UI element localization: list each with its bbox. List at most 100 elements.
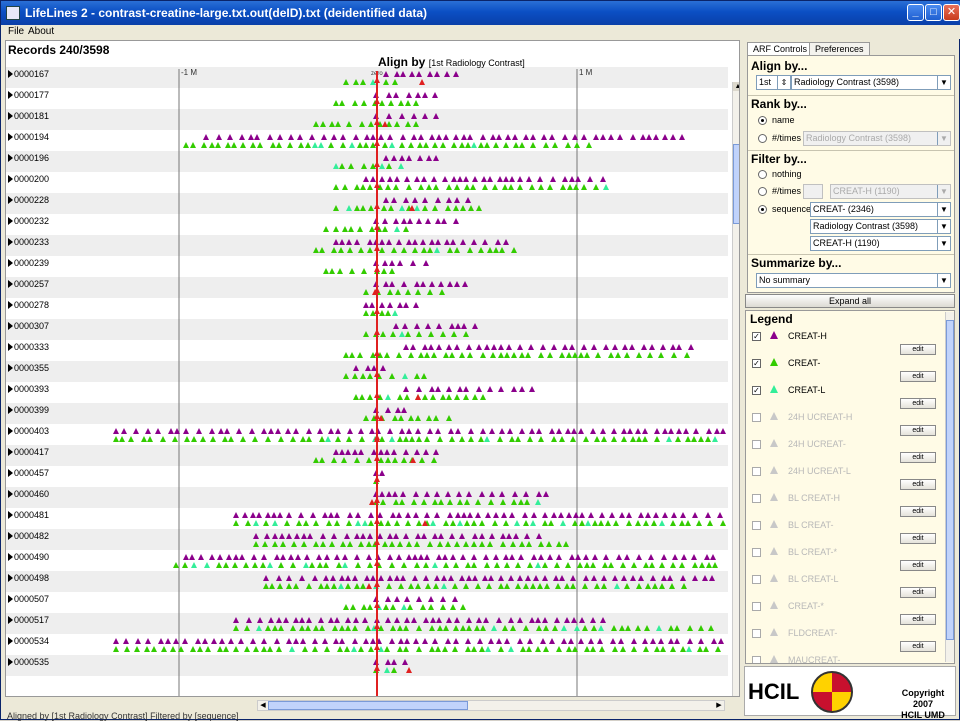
legend-checkbox[interactable] (752, 602, 761, 611)
row-id-label[interactable]: 0000355 (14, 363, 49, 373)
maximize-button[interactable]: □ (925, 4, 942, 21)
chevron-down-icon[interactable]: ▼ (937, 220, 950, 233)
title-bar[interactable]: LifeLines 2 - contrast-creatine-large.tx… (1, 1, 960, 25)
spinner-icon[interactable]: ⇕ (777, 76, 790, 89)
filter-sequence-select-3[interactable]: CREAT-H (1190) ▼ (810, 236, 951, 251)
summarize-select[interactable]: No summary ▼ (756, 273, 951, 288)
timeline-row[interactable] (6, 487, 728, 508)
legend-checkbox[interactable] (752, 467, 761, 476)
row-id-label[interactable]: 0000507 (14, 594, 49, 604)
row-id-label[interactable]: 0000490 (14, 552, 49, 562)
row-id-label[interactable]: 0000417 (14, 447, 49, 457)
row-id-label[interactable]: 0000482 (14, 531, 49, 541)
row-id-label[interactable]: 0000333 (14, 342, 49, 352)
timeline-row[interactable] (6, 655, 728, 676)
legend-scrollbar[interactable] (945, 312, 954, 662)
menu-about[interactable]: About (28, 26, 54, 37)
scroll-right-arrow-icon[interactable]: ▶ (714, 701, 724, 710)
legend-edit-button[interactable]: edit (900, 398, 936, 409)
legend-checkbox[interactable] (752, 494, 761, 503)
row-id-label[interactable]: 0000233 (14, 237, 49, 247)
align-event-select[interactable]: Radiology Contrast (3598) ▼ (791, 75, 951, 90)
legend-checkbox[interactable]: ✓ (752, 386, 761, 395)
scroll-up-arrow-icon[interactable]: ▲ (733, 82, 739, 91)
legend-checkbox[interactable] (752, 575, 761, 584)
row-id-label[interactable]: 0000517 (14, 615, 49, 625)
rank-times-select[interactable]: Radiology Contrast (3598) ▼ (803, 131, 951, 146)
row-id-label[interactable]: 0000239 (14, 258, 49, 268)
timeline-row[interactable] (6, 109, 728, 130)
vertical-scrollbar[interactable]: ▲ (732, 82, 739, 696)
row-id-label[interactable]: 0000460 (14, 489, 49, 499)
timeline-row[interactable] (6, 67, 728, 88)
legend-edit-button[interactable]: edit (900, 371, 936, 382)
legend-edit-button[interactable]: edit (900, 560, 936, 571)
chevron-down-icon[interactable]: ▼ (937, 203, 950, 216)
timeline-row[interactable] (6, 466, 728, 487)
legend-edit-button[interactable]: edit (900, 533, 936, 544)
align-ordinal-spinner[interactable]: 1st ⇕ (756, 75, 791, 90)
menu-file[interactable]: File (8, 26, 24, 37)
row-id-label[interactable]: 0000232 (14, 216, 49, 226)
legend-edit-button[interactable]: edit (900, 506, 936, 517)
legend-edit-button[interactable]: edit (900, 479, 936, 490)
timeline-row[interactable] (6, 88, 728, 109)
filter-nothing-radio[interactable] (758, 170, 767, 179)
row-id-label[interactable]: 0000177 (14, 90, 49, 100)
vertical-scroll-thumb[interactable] (733, 144, 739, 224)
row-id-label[interactable]: 0000481 (14, 510, 49, 520)
filter-times-select[interactable]: CREAT-H (1190) ▼ (830, 184, 951, 199)
chevron-down-icon[interactable]: ▼ (937, 237, 950, 250)
chevron-down-icon[interactable]: ▼ (937, 274, 950, 287)
timeline-visualization[interactable]: -1 M1 Mzero00001670000177000018100001940… (5, 40, 740, 697)
close-button[interactable]: ✕ (943, 4, 960, 21)
rank-name-radio[interactable] (758, 116, 767, 125)
legend-edit-button[interactable]: edit (900, 452, 936, 463)
row-id-label[interactable]: 0000196 (14, 153, 49, 163)
row-id-label[interactable]: 0000403 (14, 426, 49, 436)
minimize-button[interactable]: _ (907, 4, 924, 21)
row-id-label[interactable]: 0000200 (14, 174, 49, 184)
filter-sequence-radio[interactable] (758, 205, 767, 214)
legend-checkbox[interactable] (752, 413, 761, 422)
filter-sequence-select-1[interactable]: CREAT- (2346) ▼ (810, 202, 951, 217)
legend-checkbox[interactable] (752, 656, 761, 663)
row-id-label[interactable]: 0000535 (14, 657, 49, 667)
chevron-down-icon[interactable]: ▼ (937, 132, 950, 145)
legend-scroll-thumb[interactable] (946, 320, 954, 640)
timeline-row[interactable] (6, 256, 728, 277)
legend-checkbox[interactable]: ✓ (752, 332, 761, 341)
timeline-row[interactable] (6, 382, 728, 403)
tab-preferences[interactable]: Preferences (809, 42, 870, 55)
scroll-left-arrow-icon[interactable]: ◀ (258, 701, 268, 710)
timeline-row[interactable] (6, 193, 728, 214)
row-id-label[interactable]: 0000167 (14, 69, 49, 79)
timeline-row[interactable] (6, 235, 728, 256)
legend-edit-button[interactable]: edit (900, 614, 936, 625)
chevron-down-icon[interactable]: ▼ (937, 76, 950, 89)
legend-checkbox[interactable] (752, 629, 761, 638)
row-id-label[interactable]: 0000307 (14, 321, 49, 331)
row-id-label[interactable]: 0000257 (14, 279, 49, 289)
timeline-row[interactable] (6, 361, 728, 382)
row-id-label[interactable]: 0000399 (14, 405, 49, 415)
legend-edit-button[interactable]: edit (900, 425, 936, 436)
legend-checkbox[interactable] (752, 521, 761, 530)
horizontal-scrollbar[interactable]: ◀ ▶ (257, 700, 725, 711)
legend-edit-button[interactable]: edit (900, 344, 936, 355)
legend-edit-button[interactable]: edit (900, 587, 936, 598)
row-id-label[interactable]: 0000534 (14, 636, 49, 646)
timeline-row[interactable] (6, 172, 728, 193)
horizontal-scroll-thumb[interactable] (268, 701, 468, 710)
legend-checkbox[interactable] (752, 440, 761, 449)
chevron-down-icon[interactable]: ▼ (937, 185, 950, 198)
row-id-label[interactable]: 0000181 (14, 111, 49, 121)
expand-all-button[interactable]: Expand all (745, 294, 955, 308)
row-id-label[interactable]: 0000194 (14, 132, 49, 142)
filter-times-radio[interactable] (758, 187, 767, 196)
tab-arf-controls[interactable]: ARF Controls (747, 42, 814, 55)
row-id-label[interactable]: 0000393 (14, 384, 49, 394)
row-id-label[interactable]: 0000278 (14, 300, 49, 310)
filter-sequence-select-2[interactable]: Radiology Contrast (3598) ▼ (810, 219, 951, 234)
row-id-label[interactable]: 0000498 (14, 573, 49, 583)
